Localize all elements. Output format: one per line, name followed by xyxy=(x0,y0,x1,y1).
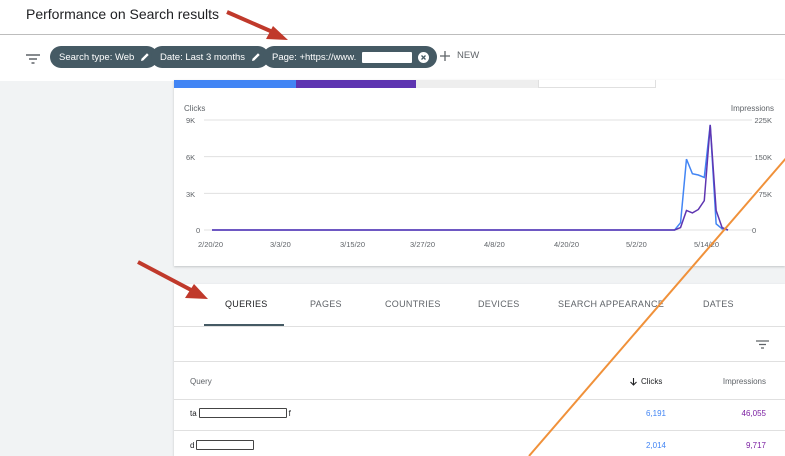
tab-search-appearance[interactable]: SEARCH APPEARANCE xyxy=(558,299,664,309)
row-clicks: 2,014 xyxy=(645,441,666,450)
sort-down-arrow-icon xyxy=(630,377,637,386)
report-table-card: QUERIES PAGES COUNTRIES DEVICES SEARCH A… xyxy=(174,284,785,456)
impressions-series-line xyxy=(212,124,729,231)
edit-icon[interactable] xyxy=(251,52,261,62)
tab-dates[interactable]: DATES xyxy=(703,299,734,309)
x-tick: 4/8/20 xyxy=(484,240,505,249)
performance-chart-card: Clicks Impressions 9K 6K 3K 0 225K 150K … xyxy=(174,80,785,266)
page-title: Performance on Search results xyxy=(26,6,219,22)
clicks-column-header[interactable]: Clicks xyxy=(630,377,662,386)
table-row-query[interactable]: ta f xyxy=(190,408,291,418)
tab-queries[interactable]: QUERIES xyxy=(225,299,268,309)
impressions-column-header[interactable]: Impressions xyxy=(714,377,766,386)
tab-devices[interactable]: DEVICES xyxy=(478,299,520,309)
search-type-chip[interactable]: Search type: Web xyxy=(50,46,159,68)
x-tick: 5/14/20 xyxy=(694,240,720,249)
filter-bar: Search type: Web Date: Last 3 months Pag… xyxy=(0,34,785,81)
redaction-box xyxy=(196,440,255,450)
row-impressions: 46,055 xyxy=(741,409,766,418)
row-divider xyxy=(174,430,785,431)
new-filter-label: NEW xyxy=(457,50,480,61)
new-filter-button[interactable]: NEW xyxy=(440,50,479,61)
query-column-header[interactable]: Query xyxy=(190,377,212,386)
x-tick: 5/2/20 xyxy=(626,240,647,249)
tab-pages[interactable]: PAGES xyxy=(310,299,342,309)
plus-icon xyxy=(440,50,450,61)
query-prefix: ta xyxy=(190,408,197,418)
page-header: Performance on Search results xyxy=(0,0,785,34)
redaction-box xyxy=(362,51,413,63)
x-tick: 3/27/20 xyxy=(410,240,436,249)
search-type-chip-label: Search type: Web xyxy=(59,51,135,63)
x-tick: 4/20/20 xyxy=(554,240,580,249)
toolbar-divider xyxy=(174,361,785,362)
row-impressions: 9,717 xyxy=(745,441,766,450)
clicks-series-line xyxy=(212,124,729,231)
redaction-box xyxy=(198,408,287,418)
page-chip[interactable]: Page: +https://www. xyxy=(263,46,438,68)
page-chip-label: Page: +https://www. xyxy=(272,51,357,63)
row-clicks: 6,191 xyxy=(645,409,666,418)
performance-line-chart xyxy=(204,119,752,231)
tabs-divider xyxy=(174,326,785,327)
x-tick: 3/15/20 xyxy=(340,240,366,249)
clicks-header-label: Clicks xyxy=(641,377,663,386)
query-prefix: d xyxy=(190,440,195,450)
query-suffix: f xyxy=(288,408,291,418)
x-tick: 3/3/20 xyxy=(270,240,291,249)
date-chip-label: Date: Last 3 months xyxy=(160,51,246,63)
header-divider xyxy=(174,399,785,400)
filter-icon[interactable] xyxy=(26,51,40,69)
date-chip[interactable]: Date: Last 3 months xyxy=(151,46,270,68)
edit-icon[interactable] xyxy=(140,52,150,62)
tab-countries[interactable]: COUNTRIES xyxy=(385,299,441,309)
table-filter-icon[interactable] xyxy=(756,336,769,354)
x-tick: 2/20/20 xyxy=(198,240,224,249)
table-row-query[interactable]: d xyxy=(190,440,256,450)
remove-filter-icon[interactable] xyxy=(418,51,430,63)
